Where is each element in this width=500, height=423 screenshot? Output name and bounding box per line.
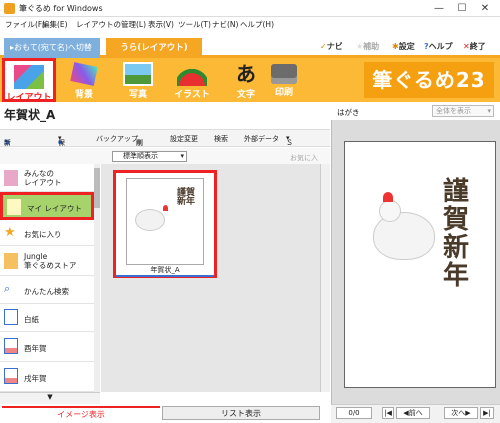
nav-jungle-store[interactable]: Jungle 筆ぐるめストア: [0, 246, 94, 276]
last-page-button[interactable]: ▶|: [480, 407, 494, 419]
layout-thumbnail[interactable]: 謹賀新年 年賀状_A: [113, 170, 217, 278]
scroll-thumb[interactable]: [94, 168, 100, 208]
chevron-down-icon: ▾: [487, 107, 491, 115]
sns-button[interactable]: ＳＮＳ ▾: [286, 134, 293, 167]
sort-select[interactable]: 標準順表示 ▾: [112, 151, 187, 162]
toolbar-photo-button[interactable]: 写真: [111, 58, 165, 102]
watermelon-icon: [177, 62, 207, 86]
thumbnail-caption: 年賀状_A: [116, 265, 214, 277]
toolbar-background-button[interactable]: 背景: [57, 58, 111, 102]
chevron-down-icon: ▾: [180, 152, 184, 160]
title-bar: 筆ぐるめ for Windows — ☐ ✕: [0, 0, 500, 17]
assist-link[interactable]: ★補助: [356, 41, 379, 52]
save-button[interactable]: ▪保存▾: [58, 134, 65, 157]
app-icon: [4, 3, 15, 14]
blank-page-icon: [4, 309, 18, 325]
triangle-down-icon: ▼: [47, 393, 53, 401]
menu-view[interactable]: 表示(V): [148, 19, 174, 30]
favorite-filter[interactable]: お気に入: [290, 153, 318, 163]
tab-back-layout[interactable]: うら(レイアウト): [106, 38, 202, 58]
chicken-comb: [383, 192, 393, 202]
layout-icon: [14, 65, 44, 89]
exit-link[interactable]: ✕終了: [463, 41, 486, 52]
chicken-head: [379, 200, 401, 222]
toolbar-layout-button[interactable]: レイアウト: [2, 58, 56, 103]
settings-link[interactable]: ✱設定: [392, 41, 415, 52]
photo-icon: [123, 62, 153, 86]
greeting-text: 謹賀新年: [443, 177, 470, 291]
toolbar-illustration-button[interactable]: イラスト: [165, 58, 219, 102]
menu-help[interactable]: ヘルプ(H): [240, 19, 274, 30]
first-icon: |◀: [384, 409, 392, 417]
tab-list-view[interactable]: リスト表示: [162, 406, 320, 420]
nav-scroll-down[interactable]: ▼: [0, 392, 100, 404]
window-title: 筆ぐるめ for Windows: [19, 4, 103, 13]
background-icon: [70, 62, 98, 86]
next-icon: ▶: [465, 409, 471, 417]
minimize-icon[interactable]: —: [428, 0, 450, 17]
menu-navi[interactable]: ナビ(N): [212, 19, 238, 30]
postcard-preview: 謹賀新年: [344, 141, 496, 388]
last-icon: ▶|: [483, 409, 491, 417]
menu-file[interactable]: ファイル(F): [5, 19, 45, 30]
star-folder-icon: ★: [4, 225, 16, 240]
greeting-text: 謹賀新年: [177, 188, 196, 207]
brand-logo: 筆ぐるめ23: [364, 62, 494, 98]
navi-link[interactable]: ✓ナビ: [320, 41, 343, 52]
prev-page-button[interactable]: ◀前へ: [396, 407, 430, 419]
nav-easy-search[interactable]: ⌕ かんたん検索: [0, 276, 94, 304]
folder-icon: [7, 199, 21, 215]
category-list: みんなの レイアウト マイ レイアウト ★ お気に入り Jungle 筆ぐるめス…: [0, 164, 100, 392]
settings-change-button[interactable]: 設定変更: [170, 134, 198, 144]
maximize-icon[interactable]: ☐: [451, 0, 473, 17]
gear-icon: ✱: [392, 42, 399, 51]
nav-favorites[interactable]: ★ お気に入り: [0, 220, 94, 246]
page-indicator: 0/0: [336, 407, 372, 419]
help-link[interactable]: ?ヘルプ: [424, 41, 453, 52]
external-data-button[interactable]: 外部データ: [244, 134, 279, 144]
sub-toolbar: ▣新規ﾚｲｱｳﾄ ▪保存▾ バックアップ ▦削除 設定変更 検索 外部データ Ｓ…: [0, 129, 330, 187]
menu-tools[interactable]: ツール(T): [178, 19, 211, 30]
nav-scrollbar[interactable]: [94, 164, 100, 392]
search-button[interactable]: 検索: [214, 134, 228, 144]
chicken-illustration: [135, 209, 165, 231]
printer-icon: [271, 64, 297, 84]
x-icon: ✕: [463, 42, 470, 51]
toolbar-print-button[interactable]: 印刷: [257, 58, 311, 102]
next-page-button[interactable]: 次へ▶: [444, 407, 478, 419]
nav-rooster-newyear[interactable]: 酉年賀: [0, 332, 94, 362]
menu-edit[interactable]: 編集(E): [42, 19, 68, 30]
card-icon: [4, 368, 18, 384]
thumbnail-card: 謹賀新年: [126, 178, 204, 265]
nav-my-layout[interactable]: マイ レイアウト: [0, 192, 94, 220]
tab-front-address[interactable]: ▸おもて(宛て名)へ切替: [4, 38, 100, 58]
search-icon: ⌕: [4, 282, 11, 295]
store-icon: [4, 253, 18, 269]
chicken-comb: [163, 205, 168, 211]
grid-scrollbar[interactable]: [320, 164, 330, 392]
postcard-label: はがき: [337, 108, 360, 117]
navi-icon: ✓: [320, 42, 327, 51]
menu-layout-manage[interactable]: レイアウトの管理(L): [76, 19, 146, 30]
card-icon: [4, 338, 18, 354]
folder-icon: [4, 170, 18, 186]
first-page-button[interactable]: |◀: [382, 407, 394, 419]
nav-everyone-layout[interactable]: みんなの レイアウト: [0, 164, 94, 192]
zoom-select[interactable]: 全体を表示 ▾: [432, 105, 494, 117]
nav-dog-newyear[interactable]: 戌年賀: [0, 362, 94, 392]
tab-image-view[interactable]: イメージ表示: [2, 406, 160, 420]
page-title: 年賀状_A: [4, 108, 56, 122]
close-icon[interactable]: ✕: [474, 0, 496, 17]
nav-blank[interactable]: 白紙: [0, 304, 94, 332]
backup-button[interactable]: バックアップ: [96, 134, 138, 144]
menu-bar: ファイル(F) 編集(E) レイアウトの管理(L) 表示(V) ツール(T) ナ…: [0, 17, 500, 31]
